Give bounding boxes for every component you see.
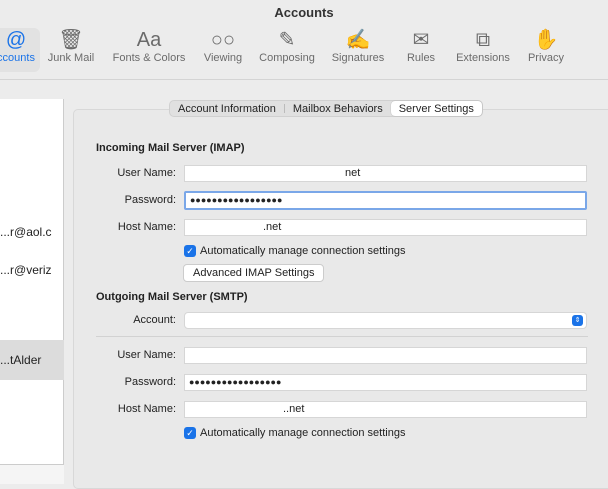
toolbar-label: Fonts & Colors [112,52,186,64]
rules-icon: ✉ [412,29,430,51]
incoming-password-label: Password: [124,194,176,206]
incoming-user-field[interactable]: net [184,165,587,182]
toolbar-label: Composing [259,52,315,64]
toolbar-extensions[interactable]: ⧉ Extensions [450,28,516,72]
hand-icon: ✋ [533,29,559,51]
divider [96,336,588,337]
account-item-selected[interactable]: tAlder... [0,340,64,380]
toolbar-viewing[interactable]: ○○ Viewing [196,28,250,72]
outgoing-auto-checkbox[interactable]: ✓ Automatically manage connection setting… [184,427,405,439]
outgoing-user-label: User Name: [117,349,176,361]
incoming-heading: Incoming Mail Server (IMAP) [96,142,245,154]
tab-account-information[interactable]: Account Information [170,101,284,116]
toolbar-label: Viewing [203,52,243,64]
junk-icon: 🗑 [58,29,84,51]
outgoing-host-label: Host Name: [117,403,176,415]
at-icon: @ [5,29,27,51]
fonts-icon: Aa [136,29,162,51]
toolbar-label: Rules [406,52,436,64]
chevron-updown-icon: ⇕ [572,315,583,326]
puzzle-icon: ⧉ [475,29,491,51]
outgoing-user-field[interactable] [184,347,587,364]
toolbar-fonts-colors[interactable]: Aa Fonts & Colors [106,28,192,72]
tab-server-settings[interactable]: Server Settings [390,101,482,116]
toolbar-privacy[interactable]: ✋ Privacy [522,28,570,72]
toolbar-label: ccounts [0,52,35,64]
checkmark-icon: ✓ [184,245,196,257]
incoming-password-field[interactable]: ●●●●●●●●●●●●●●●●● [184,191,587,210]
sidebar-footer [0,464,64,484]
incoming-auto-checkbox[interactable]: ✓ Automatically manage connection setting… [184,245,405,257]
toolbar-label: Extensions [456,52,510,64]
checkmark-icon: ✓ [184,427,196,439]
checkbox-label: Automatically manage connection settings [200,427,406,439]
toolbar-accounts[interactable]: @ ccounts [0,28,40,72]
outgoing-account-label: Account: [133,314,176,326]
glasses-icon: ○○ [210,29,236,51]
outgoing-password-field[interactable]: ●●●●●●●●●●●●●●●●● [184,374,587,391]
advanced-imap-button[interactable]: Advanced IMAP Settings [183,264,325,282]
window-title: Accounts [274,5,334,20]
tab-bar: Account Information Mailbox Behaviors Se… [169,100,483,117]
toolbar-rules[interactable]: ✉ Rules [398,28,444,72]
outgoing-account-select[interactable]: ⇕ [184,312,587,329]
incoming-host-label: Host Name: [117,221,176,233]
incoming-user-label: User Name: [117,167,176,179]
account-item[interactable]: r@veriz... [0,263,64,283]
incoming-host-field[interactable]: .net [184,219,587,236]
toolbar-label: Junk Mail [47,52,95,64]
compose-icon: ✎ [278,29,296,51]
outgoing-password-label: Password: [124,376,176,388]
toolbar-label: Privacy [527,52,565,64]
account-item[interactable]: r@aol.c... [0,225,64,245]
toolbar-signatures[interactable]: ✍ Signatures [326,28,390,72]
signature-icon: ✍ [345,29,371,51]
checkbox-label: Automatically manage connection settings [200,245,406,257]
tab-mailbox-behaviors[interactable]: Mailbox Behaviors [285,101,391,116]
outgoing-host-field[interactable]: ..net [184,401,587,418]
accounts-sidebar: r@aol.c... r@veriz... tAlder... [0,99,64,484]
toolbar-composing[interactable]: ✎ Composing [254,28,320,72]
toolbar-label: Signatures [331,52,385,64]
outgoing-heading: Outgoing Mail Server (SMTP) [96,291,248,303]
toolbar-junk-mail[interactable]: 🗑 Junk Mail [42,28,100,72]
